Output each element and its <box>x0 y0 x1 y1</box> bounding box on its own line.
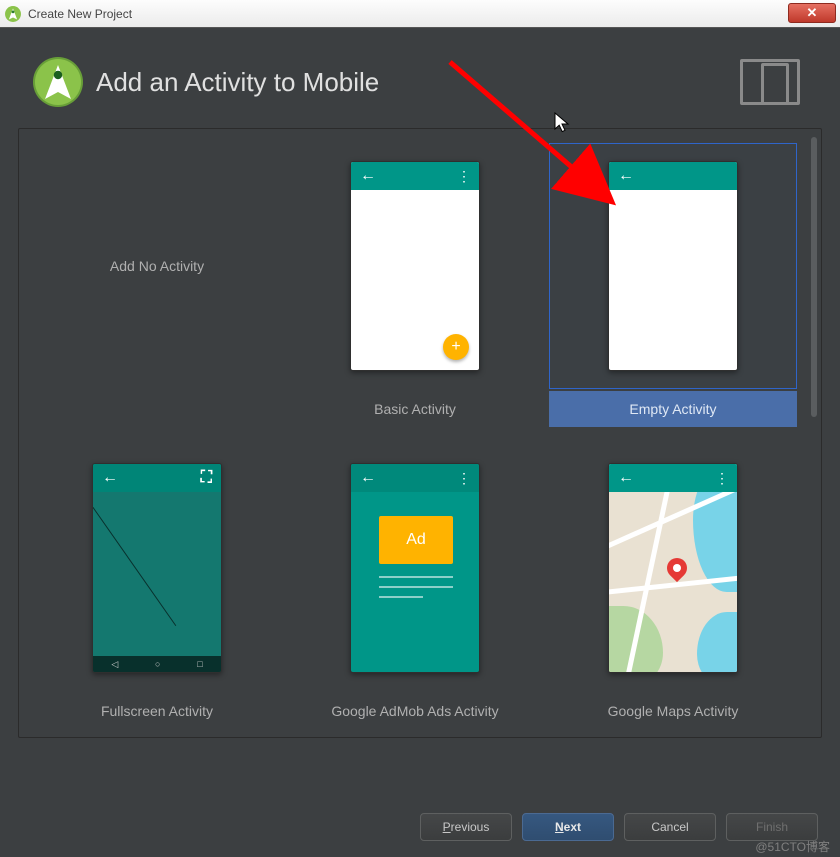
app-icon <box>4 5 22 23</box>
cancel-button[interactable]: Cancel <box>624 813 716 841</box>
close-icon: ✕ <box>807 5 818 21</box>
template-fullscreen-activity[interactable]: ← ⛶ ◁○□ Fullscreen Activity <box>33 445 281 729</box>
fullscreen-expand-icon: ⛶ <box>201 469 212 487</box>
template-maps-activity[interactable]: ← ⋮ Google Maps Activity <box>549 445 797 729</box>
template-gallery: Add No Activity ← ⋮ + Basic Activity <box>18 128 822 738</box>
template-label: Google AdMob Ads Activity <box>291 693 539 729</box>
overflow-menu-icon: ⋮ <box>457 169 470 183</box>
fab-add-icon: + <box>443 334 469 360</box>
nav-bar-icon: ◁○□ <box>93 656 221 672</box>
template-add-no-activity[interactable]: Add No Activity <box>33 143 281 427</box>
back-arrow-icon: ← <box>618 168 634 184</box>
back-arrow-icon: ← <box>618 470 634 486</box>
wizard-header: Add an Activity to Mobile <box>0 28 840 128</box>
template-basic-activity[interactable]: ← ⋮ + Basic Activity <box>291 143 539 427</box>
titlebar: Create New Project ✕ <box>0 0 840 28</box>
template-thumbnail: ← ⋮ <box>549 445 797 691</box>
map-marker-icon <box>663 554 691 582</box>
titlebar-text: Create New Project <box>28 7 788 21</box>
template-thumbnail: ← ⋮ + <box>291 143 539 389</box>
template-grid: Add No Activity ← ⋮ + Basic Activity <box>33 143 807 729</box>
template-label: Google Maps Activity <box>549 693 797 729</box>
overflow-menu-icon: ⋮ <box>457 471 470 485</box>
back-arrow-icon: ← <box>102 470 118 486</box>
template-label: Empty Activity <box>549 391 797 427</box>
scrollbar-thumb[interactable] <box>811 137 817 417</box>
template-thumbnail: ← <box>549 143 797 389</box>
next-button[interactable]: Next <box>522 813 614 841</box>
android-studio-logo-icon <box>32 56 84 108</box>
template-admob-activity[interactable]: ← ⋮ Ad Google AdMob Ads Activity <box>291 445 539 729</box>
page-title: Add an Activity to Mobile <box>96 67 728 98</box>
template-label: Basic Activity <box>291 391 539 427</box>
overflow-menu-icon: ⋮ <box>715 471 728 485</box>
back-arrow-icon: ← <box>360 470 376 486</box>
back-arrow-icon: ← <box>360 168 376 184</box>
template-label: Add No Activity <box>33 143 281 389</box>
template-label: Fullscreen Activity <box>33 693 281 729</box>
mobile-tablet-icon <box>740 59 800 105</box>
previous-button[interactable]: Previous <box>420 813 512 841</box>
finish-button: Finish <box>726 813 818 841</box>
template-empty-activity[interactable]: ← Empty Activity <box>549 143 797 427</box>
admob-ad-icon: Ad <box>379 516 453 564</box>
template-thumbnail: ← ⛶ ◁○□ <box>33 445 281 691</box>
wizard-buttons: Previous Next Cancel Finish <box>420 813 818 841</box>
watermark: @51CTO博客 <box>755 838 830 855</box>
template-thumbnail: ← ⋮ Ad <box>291 445 539 691</box>
close-button[interactable]: ✕ <box>788 3 836 23</box>
